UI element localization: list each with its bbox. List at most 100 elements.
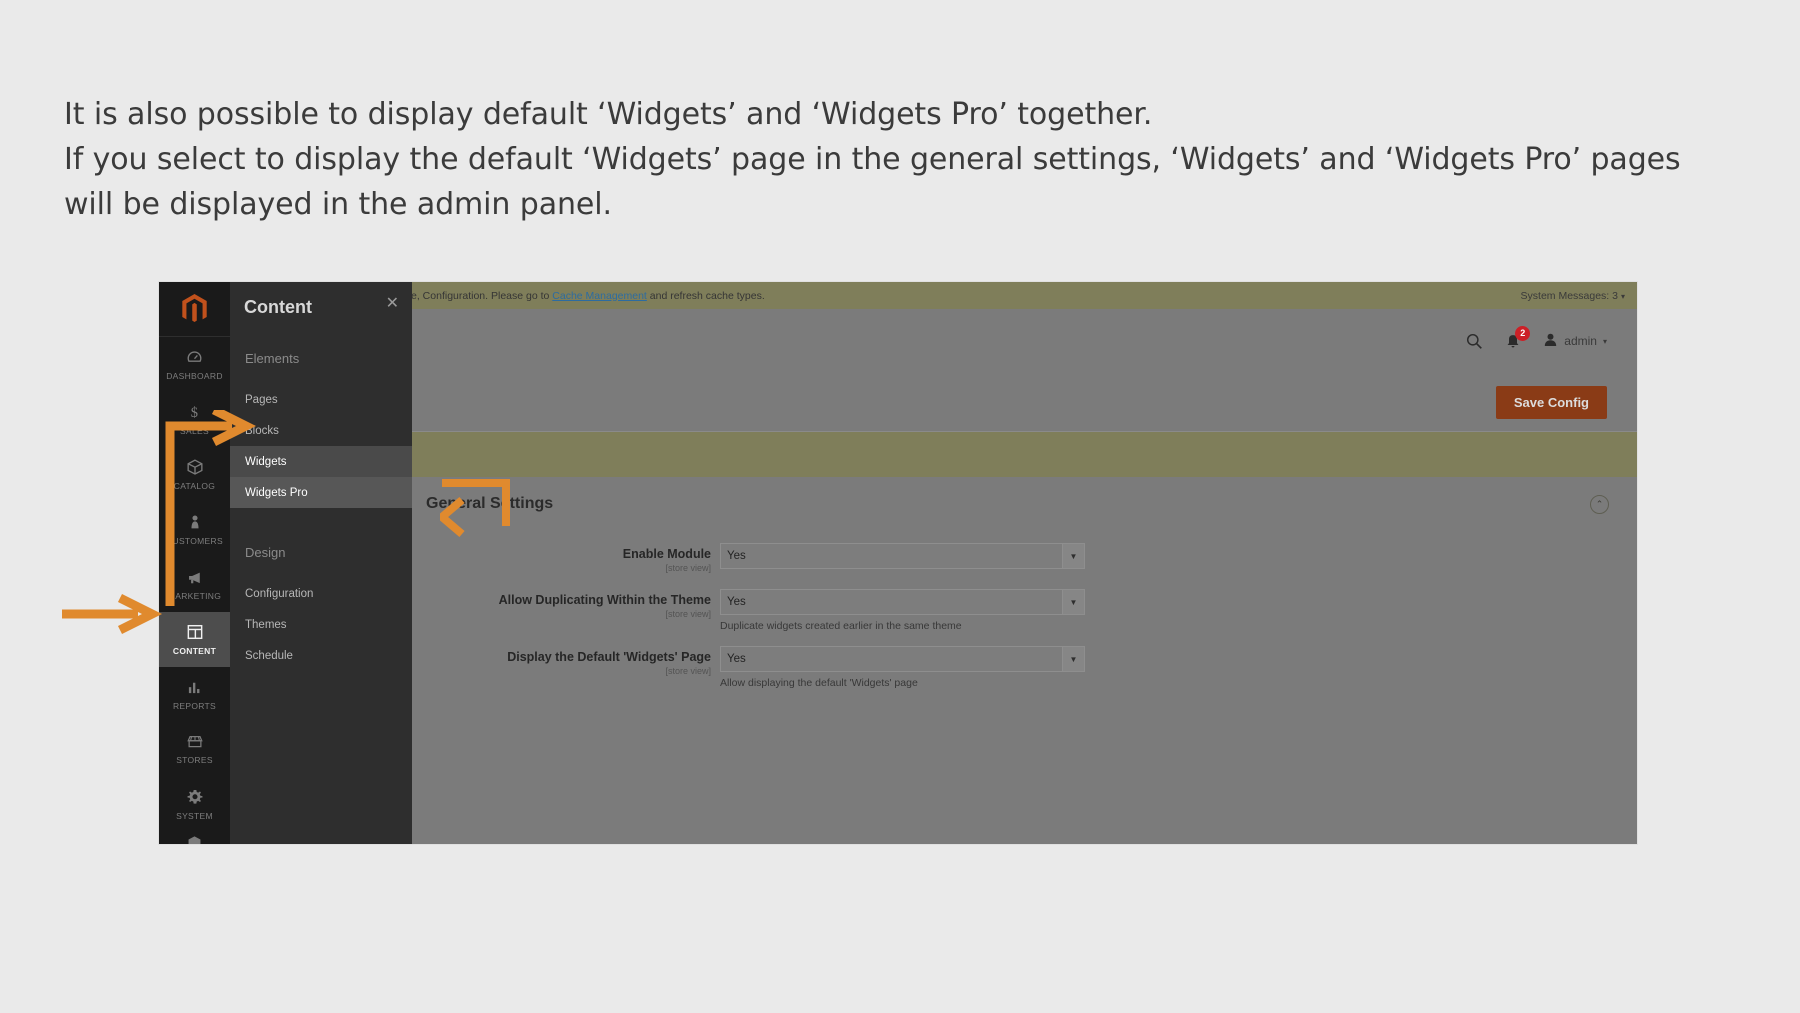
search-icon[interactable] bbox=[1466, 333, 1483, 350]
field-note: Duplicate widgets created earlier in the… bbox=[720, 620, 962, 632]
flyout-item-schedule[interactable]: Schedule bbox=[230, 640, 412, 671]
field-label: Enable Module bbox=[622, 547, 711, 561]
field-label-block: Display the Default 'Widgets' Page [stor… bbox=[426, 646, 720, 689]
box-icon bbox=[186, 458, 204, 478]
flyout-item-themes[interactable]: Themes bbox=[230, 609, 412, 640]
sidebar-item-label: MARKETING bbox=[167, 590, 222, 601]
field-control: Yes ▼ bbox=[720, 543, 1085, 575]
sidebar-item-label: CUSTOMERS bbox=[166, 536, 223, 546]
sidebar-item-dashboard[interactable]: DASHBOARD bbox=[159, 337, 230, 392]
system-message-bar: Types are invalidated: Page Cache, Confi… bbox=[230, 282, 1637, 309]
sidebar-item-reports[interactable]: REPORTS bbox=[159, 667, 230, 722]
sidebar-item-marketing[interactable]: MARKETING bbox=[159, 557, 230, 612]
field-scope: [store view] bbox=[665, 609, 711, 619]
sidebar-item-label: CONTENT bbox=[172, 646, 217, 656]
sidebar-item-system[interactable]: SYSTEM bbox=[159, 777, 230, 832]
caption-line-3: will be displayed in the admin panel. bbox=[64, 187, 612, 222]
chevron-down-icon: ▾ bbox=[1620, 291, 1625, 301]
flyout-group-title-design: Design bbox=[245, 544, 286, 560]
select-value: Yes bbox=[727, 550, 746, 562]
extension-box-icon bbox=[186, 834, 203, 844]
sidebar-item-label: DASHBOARD bbox=[166, 370, 223, 381]
field-control: Yes ▼ Allow displaying the default 'Widg… bbox=[720, 646, 1085, 689]
allow-duplicating-select[interactable]: Yes ▼ bbox=[720, 589, 1085, 615]
admin-sidebar-rail: DASHBOARD $ SALES CATALOG CUSTOMERS MARK… bbox=[159, 282, 230, 844]
field-label: Allow Duplicating Within the Theme bbox=[498, 593, 711, 607]
sidebar-item-find-partners[interactable]: FIND PARTNERS & EXTENSIONS bbox=[159, 832, 230, 844]
megaphone-icon bbox=[186, 569, 204, 588]
field-display-default-widgets-page: Display the Default 'Widgets' Page [stor… bbox=[426, 646, 1637, 689]
flyout-item-blocks[interactable]: Blocks bbox=[230, 415, 412, 446]
field-allow-duplicating: Allow Duplicating Within the Theme [stor… bbox=[426, 589, 1637, 632]
display-default-widgets-page-select[interactable]: Yes ▼ bbox=[720, 646, 1085, 672]
flyout-item-widgets[interactable]: Widgets bbox=[230, 446, 412, 477]
person-icon bbox=[187, 513, 203, 533]
dashboard-icon bbox=[186, 349, 203, 368]
page-caption: It is also possible to display default ‘… bbox=[64, 92, 1724, 227]
chevron-down-icon: ▾ bbox=[1602, 336, 1607, 346]
flyout-item-widgets-pro[interactable]: Widgets Pro bbox=[230, 477, 412, 508]
sidebar-item-catalog[interactable]: CATALOG bbox=[159, 447, 230, 502]
user-icon bbox=[1543, 332, 1558, 351]
admin-main-area: Types are invalidated: Page Cache, Confi… bbox=[230, 282, 1637, 844]
chevron-down-icon: ▼ bbox=[1062, 647, 1084, 671]
collapse-section-button[interactable]: ⌃ bbox=[1590, 495, 1609, 514]
field-label-block: Allow Duplicating Within the Theme [stor… bbox=[426, 589, 720, 632]
gear-icon bbox=[186, 788, 204, 808]
sidebar-item-stores[interactable]: STORES bbox=[159, 722, 230, 777]
select-value: Yes bbox=[727, 653, 746, 665]
admin-user-label: admin bbox=[1564, 334, 1597, 348]
magento-logo-icon[interactable] bbox=[159, 282, 230, 337]
flyout-header: Content ✕ bbox=[230, 282, 412, 332]
arrow-right-annotation bbox=[62, 593, 163, 635]
scope-notice-bar bbox=[230, 432, 1637, 477]
content-layout-icon bbox=[186, 623, 204, 643]
field-label: Display the Default 'Widgets' Page bbox=[507, 650, 711, 664]
system-messages-count-label: System Messages: 3 bbox=[1520, 289, 1618, 302]
dollar-icon: $ bbox=[186, 403, 203, 423]
admin-user-menu[interactable]: admin ▾ bbox=[1543, 332, 1607, 351]
sidebar-item-label: STORES bbox=[176, 755, 213, 765]
bell-icon[interactable]: 2 bbox=[1505, 325, 1531, 350]
field-scope: [store view] bbox=[665, 666, 711, 676]
close-icon[interactable]: ✕ bbox=[386, 296, 399, 312]
sidebar-item-label: SALES bbox=[180, 426, 209, 436]
sidebar-item-label: REPORTS bbox=[172, 700, 217, 711]
select-value: Yes bbox=[727, 596, 746, 608]
system-messages-counter[interactable]: System Messages: 3 ▾ bbox=[1521, 290, 1625, 302]
sidebar-item-sales[interactable]: $ SALES bbox=[159, 392, 230, 447]
field-control: Yes ▼ Duplicate widgets created earlier … bbox=[720, 589, 1085, 632]
magento-admin-screenshot: Types are invalidated: Page Cache, Confi… bbox=[159, 282, 1637, 844]
chevron-down-icon: ▼ bbox=[1062, 590, 1084, 614]
flyout-item-pages[interactable]: Pages bbox=[230, 384, 412, 415]
svg-text:$: $ bbox=[191, 405, 198, 421]
flyout-title: Content bbox=[244, 296, 312, 317]
general-settings-panel: ⌃ General Settings Enable Module [store … bbox=[374, 495, 1637, 844]
page-header-row: ? Save Config bbox=[230, 373, 1637, 432]
flyout-item-configuration[interactable]: Configuration bbox=[230, 578, 412, 609]
save-config-button[interactable]: Save Config bbox=[1495, 385, 1607, 419]
admin-topbar: 2 admin ▾ bbox=[230, 309, 1637, 373]
general-settings-title: General Settings bbox=[426, 495, 554, 512]
sidebar-item-content[interactable]: CONTENT bbox=[159, 612, 230, 667]
sidebar-item-label: SYSTEM bbox=[176, 811, 213, 821]
notification-count-badge: 2 bbox=[1515, 325, 1531, 341]
field-note: Allow displaying the default 'Widgets' p… bbox=[720, 677, 918, 689]
bar-chart-icon bbox=[186, 679, 203, 698]
screenshot-page: It is also possible to display default ‘… bbox=[0, 0, 1800, 1013]
caption-line-1: It is also possible to display default ‘… bbox=[64, 97, 1153, 132]
caption-line-2: If you select to display the default ‘Wi… bbox=[64, 142, 1681, 177]
cache-management-link[interactable]: Cache Management bbox=[552, 290, 647, 302]
system-message-text-after: and refresh cache types. bbox=[646, 289, 765, 302]
config-body: ⌄ ⌄ ⌄ ⌄ ⌄ ⌃ bbox=[230, 477, 1637, 844]
sidebar-item-label: CATALOG bbox=[173, 481, 216, 491]
chevron-down-icon: ▼ bbox=[1062, 544, 1084, 568]
storefront-icon bbox=[186, 734, 204, 752]
sidebar-item-customers[interactable]: CUSTOMERS bbox=[159, 502, 230, 557]
flyout-group-title-elements: Elements bbox=[245, 350, 300, 366]
field-enable-module: Enable Module [store view] Yes ▼ bbox=[426, 543, 1637, 575]
field-label-block: Enable Module [store view] bbox=[426, 543, 720, 575]
enable-module-select[interactable]: Yes ▼ bbox=[720, 543, 1085, 569]
content-flyout-menu: Content ✕ Elements Pages Blocks Widgets … bbox=[230, 282, 412, 844]
field-scope: [store view] bbox=[665, 563, 711, 573]
